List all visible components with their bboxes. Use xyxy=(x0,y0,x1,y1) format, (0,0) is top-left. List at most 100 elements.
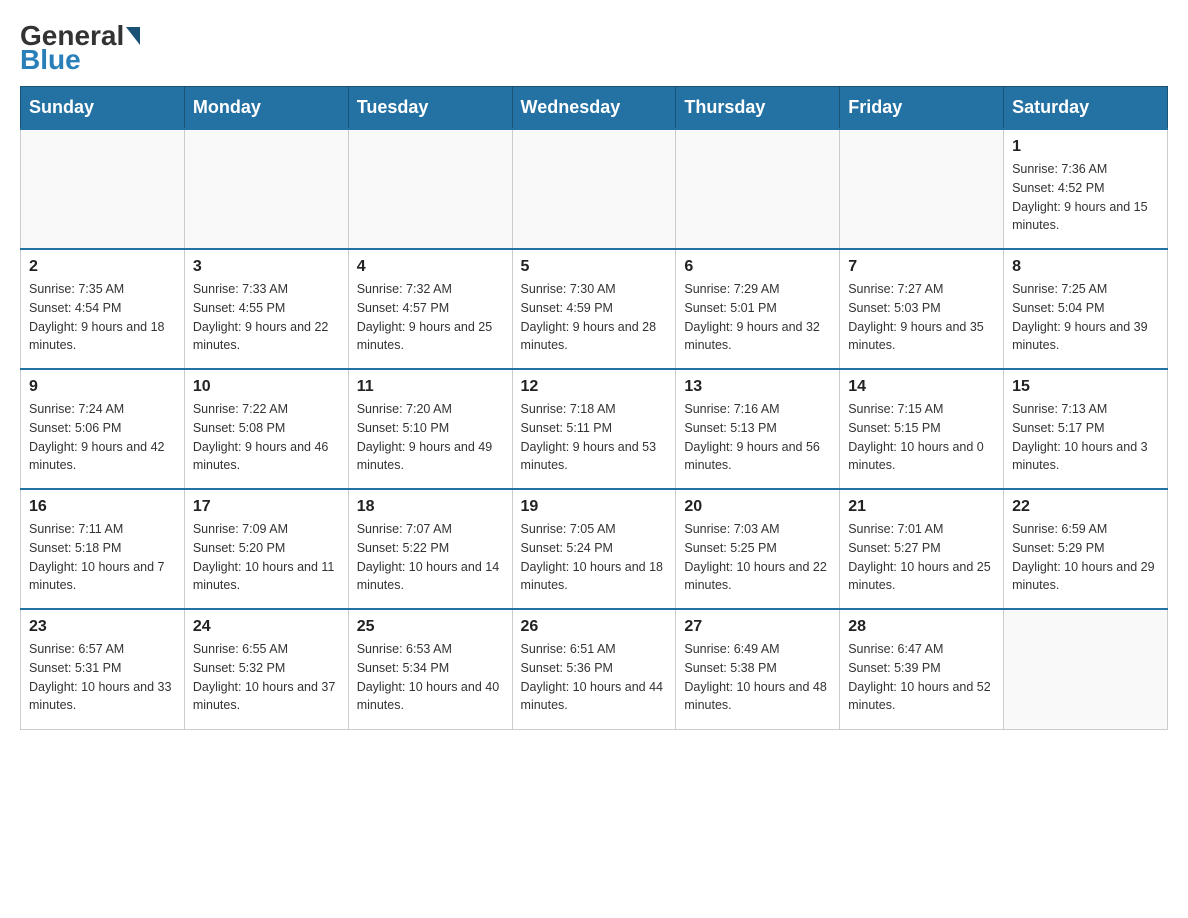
day-number: 8 xyxy=(1012,258,1159,276)
calendar-cell: 20 Sunrise: 7:03 AMSunset: 5:25 PMDayligh… xyxy=(676,489,840,609)
calendar-cell: 14 Sunrise: 7:15 AMSunset: 5:15 PMDayligh… xyxy=(840,369,1004,489)
day-number: 25 xyxy=(357,618,504,636)
day-number: 18 xyxy=(357,498,504,516)
day-number: 11 xyxy=(357,378,504,396)
day-number: 16 xyxy=(29,498,176,516)
page-header: General Blue xyxy=(20,20,1168,76)
day-info: Sunrise: 7:15 AMSunset: 5:15 PMDaylight:… xyxy=(848,400,995,475)
day-number: 14 xyxy=(848,378,995,396)
day-info: Sunrise: 7:20 AMSunset: 5:10 PMDaylight:… xyxy=(357,400,504,475)
day-number: 6 xyxy=(684,258,831,276)
day-info: Sunrise: 6:57 AMSunset: 5:31 PMDaylight:… xyxy=(29,640,176,715)
day-info: Sunrise: 7:30 AMSunset: 4:59 PMDaylight:… xyxy=(521,280,668,355)
weekday-header-tuesday: Tuesday xyxy=(348,87,512,130)
day-number: 4 xyxy=(357,258,504,276)
day-number: 27 xyxy=(684,618,831,636)
day-info: Sunrise: 7:29 AMSunset: 5:01 PMDaylight:… xyxy=(684,280,831,355)
calendar-cell: 18 Sunrise: 7:07 AMSunset: 5:22 PMDayligh… xyxy=(348,489,512,609)
calendar-cell: 9 Sunrise: 7:24 AMSunset: 5:06 PMDaylight… xyxy=(21,369,185,489)
day-number: 7 xyxy=(848,258,995,276)
day-number: 22 xyxy=(1012,498,1159,516)
calendar-week-1: 1 Sunrise: 7:36 AMSunset: 4:52 PMDaylight… xyxy=(21,129,1168,249)
calendar-cell xyxy=(840,129,1004,249)
day-info: Sunrise: 7:13 AMSunset: 5:17 PMDaylight:… xyxy=(1012,400,1159,475)
day-number: 28 xyxy=(848,618,995,636)
calendar-cell: 2Sunrise: 7:35 AMSunset: 4:54 PMDaylight… xyxy=(21,249,185,369)
day-info: Sunrise: 7:33 AMSunset: 4:55 PMDaylight:… xyxy=(193,280,340,355)
weekday-header-monday: Monday xyxy=(184,87,348,130)
day-info: Sunrise: 7:18 AMSunset: 5:11 PMDaylight:… xyxy=(521,400,668,475)
day-number: 5 xyxy=(521,258,668,276)
day-info: Sunrise: 7:25 AMSunset: 5:04 PMDaylight:… xyxy=(1012,280,1159,355)
day-info: Sunrise: 6:51 AMSunset: 5:36 PMDaylight:… xyxy=(521,640,668,715)
weekday-header-wednesday: Wednesday xyxy=(512,87,676,130)
weekday-header-thursday: Thursday xyxy=(676,87,840,130)
calendar-cell: 12 Sunrise: 7:18 AMSunset: 5:11 PMDayligh… xyxy=(512,369,676,489)
weekday-header-sunday: Sunday xyxy=(21,87,185,130)
day-info: Sunrise: 7:27 AMSunset: 5:03 PMDaylight:… xyxy=(848,280,995,355)
day-number: 3 xyxy=(193,258,340,276)
calendar-cell: 5 Sunrise: 7:30 AMSunset: 4:59 PMDaylight… xyxy=(512,249,676,369)
day-number: 20 xyxy=(684,498,831,516)
calendar-cell: 19 Sunrise: 7:05 AMSunset: 5:24 PMDayligh… xyxy=(512,489,676,609)
calendar-cell: 4 Sunrise: 7:32 AMSunset: 4:57 PMDaylight… xyxy=(348,249,512,369)
day-number: 12 xyxy=(521,378,668,396)
day-info: Sunrise: 7:36 AMSunset: 4:52 PMDaylight:… xyxy=(1012,160,1159,235)
day-number: 9 xyxy=(29,378,176,396)
calendar-cell: 23 Sunrise: 6:57 AMSunset: 5:31 PMDayligh… xyxy=(21,609,185,729)
calendar-cell: 6 Sunrise: 7:29 AMSunset: 5:01 PMDaylight… xyxy=(676,249,840,369)
calendar-cell: 26Sunrise: 6:51 AMSunset: 5:36 PMDayligh… xyxy=(512,609,676,729)
day-number: 23 xyxy=(29,618,176,636)
calendar-cell xyxy=(676,129,840,249)
calendar-cell: 15 Sunrise: 7:13 AMSunset: 5:17 PMDayligh… xyxy=(1004,369,1168,489)
day-info: Sunrise: 7:24 AMSunset: 5:06 PMDaylight:… xyxy=(29,400,176,475)
day-info: Sunrise: 7:03 AMSunset: 5:25 PMDaylight:… xyxy=(684,520,831,595)
day-number: 10 xyxy=(193,378,340,396)
day-number: 13 xyxy=(684,378,831,396)
day-number: 15 xyxy=(1012,378,1159,396)
calendar-table: SundayMondayTuesdayWednesdayThursdayFrid… xyxy=(20,86,1168,730)
calendar-cell: 28 Sunrise: 6:47 AMSunset: 5:39 PMDayligh… xyxy=(840,609,1004,729)
calendar-cell: 24 Sunrise: 6:55 AMSunset: 5:32 PMDayligh… xyxy=(184,609,348,729)
day-info: Sunrise: 6:55 AMSunset: 5:32 PMDaylight:… xyxy=(193,640,340,715)
calendar-header-row: SundayMondayTuesdayWednesdayThursdayFrid… xyxy=(21,87,1168,130)
logo-blue-text: Blue xyxy=(20,44,81,75)
calendar-week-5: 23 Sunrise: 6:57 AMSunset: 5:31 PMDayligh… xyxy=(21,609,1168,729)
day-number: 21 xyxy=(848,498,995,516)
calendar-cell: 16 Sunrise: 7:11 AMSunset: 5:18 PMDayligh… xyxy=(21,489,185,609)
calendar-cell xyxy=(348,129,512,249)
calendar-cell xyxy=(184,129,348,249)
calendar-cell xyxy=(512,129,676,249)
day-info: Sunrise: 7:09 AMSunset: 5:20 PMDaylight:… xyxy=(193,520,340,595)
calendar-cell xyxy=(1004,609,1168,729)
calendar-cell: 7 Sunrise: 7:27 AMSunset: 5:03 PMDaylight… xyxy=(840,249,1004,369)
day-info: Sunrise: 7:05 AMSunset: 5:24 PMDaylight:… xyxy=(521,520,668,595)
day-info: Sunrise: 7:01 AMSunset: 5:27 PMDaylight:… xyxy=(848,520,995,595)
day-number: 19 xyxy=(521,498,668,516)
day-info: Sunrise: 7:22 AMSunset: 5:08 PMDaylight:… xyxy=(193,400,340,475)
weekday-header-saturday: Saturday xyxy=(1004,87,1168,130)
day-info: Sunrise: 7:32 AMSunset: 4:57 PMDaylight:… xyxy=(357,280,504,355)
day-info: Sunrise: 7:07 AMSunset: 5:22 PMDaylight:… xyxy=(357,520,504,595)
calendar-cell xyxy=(21,129,185,249)
day-info: Sunrise: 7:11 AMSunset: 5:18 PMDaylight:… xyxy=(29,520,176,595)
logo: General Blue xyxy=(20,20,142,76)
calendar-cell: 17 Sunrise: 7:09 AMSunset: 5:20 PMDayligh… xyxy=(184,489,348,609)
weekday-header-friday: Friday xyxy=(840,87,1004,130)
day-info: Sunrise: 6:47 AMSunset: 5:39 PMDaylight:… xyxy=(848,640,995,715)
day-info: Sunrise: 6:59 AMSunset: 5:29 PMDaylight:… xyxy=(1012,520,1159,595)
day-number: 1 xyxy=(1012,138,1159,156)
calendar-cell: 10 Sunrise: 7:22 AMSunset: 5:08 PMDayligh… xyxy=(184,369,348,489)
day-number: 17 xyxy=(193,498,340,516)
day-number: 24 xyxy=(193,618,340,636)
day-info: Sunrise: 6:53 AMSunset: 5:34 PMDaylight:… xyxy=(357,640,504,715)
day-info: Sunrise: 7:35 AMSunset: 4:54 PMDaylight:… xyxy=(29,280,176,355)
calendar-week-3: 9 Sunrise: 7:24 AMSunset: 5:06 PMDaylight… xyxy=(21,369,1168,489)
calendar-cell: 8 Sunrise: 7:25 AMSunset: 5:04 PMDaylight… xyxy=(1004,249,1168,369)
calendar-cell: 22 Sunrise: 6:59 AMSunset: 5:29 PMDayligh… xyxy=(1004,489,1168,609)
calendar-week-4: 16 Sunrise: 7:11 AMSunset: 5:18 PMDayligh… xyxy=(21,489,1168,609)
calendar-cell: 13Sunrise: 7:16 AMSunset: 5:13 PMDayligh… xyxy=(676,369,840,489)
calendar-cell: 25 Sunrise: 6:53 AMSunset: 5:34 PMDayligh… xyxy=(348,609,512,729)
logo-triangle-icon xyxy=(126,27,140,45)
calendar-cell: 3 Sunrise: 7:33 AMSunset: 4:55 PMDaylight… xyxy=(184,249,348,369)
